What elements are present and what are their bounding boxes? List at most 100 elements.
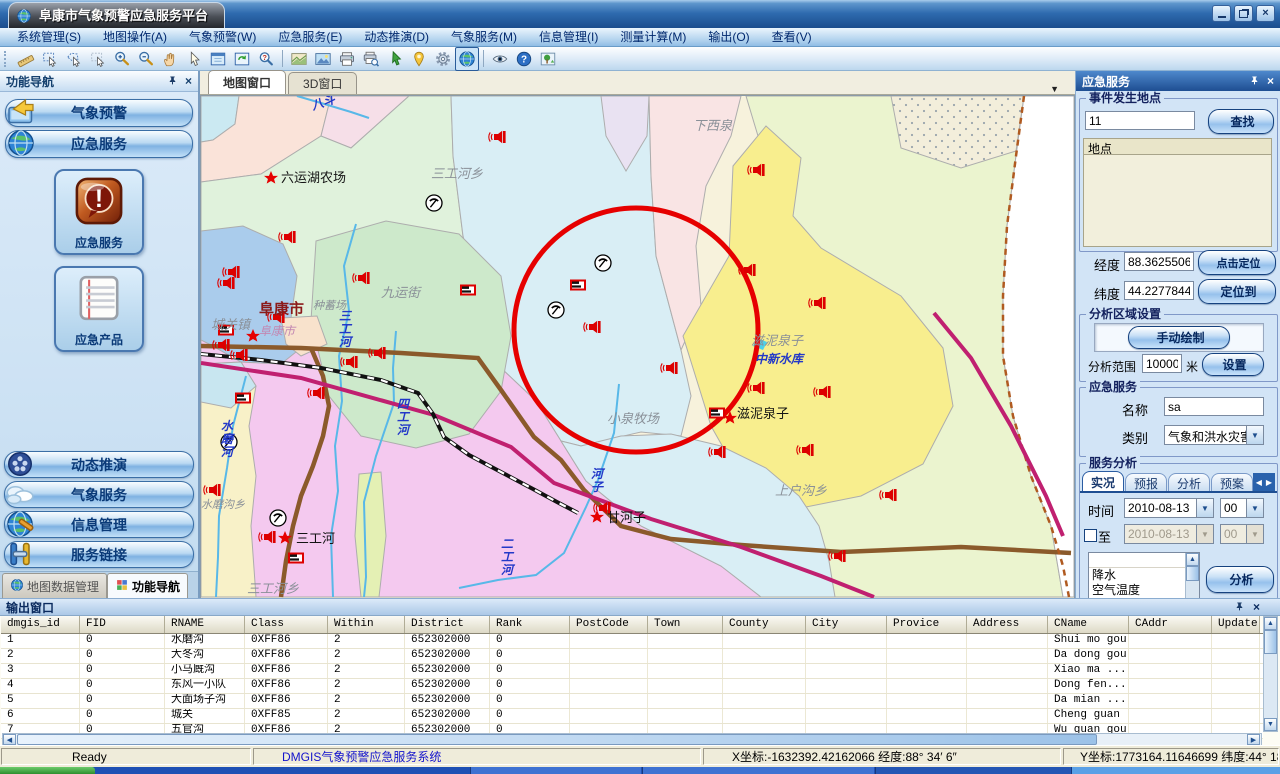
column-header-PostCode[interactable]: PostCode [570,616,648,633]
column-header-Within[interactable]: Within [328,616,405,633]
menu-item[interactable]: 气象预警(W) [178,28,267,46]
list-item[interactable]: 空气温度 [1089,583,1199,598]
menu-item[interactable]: 测量计算(M) [609,28,697,46]
globe-network-icon[interactable] [455,47,479,71]
taskbar-item[interactable] [875,767,1071,774]
locate-to-button[interactable]: 定位到 [1198,279,1276,304]
scroll-up-icon[interactable]: ▲ [1264,617,1277,630]
list-item[interactable]: 降水 [1089,568,1199,583]
pin-icon[interactable] [1234,602,1245,613]
column-header-Class[interactable]: Class [245,616,328,633]
table-row[interactable]: 50大面场子沟0XFF8626523020000Da mian ... [1,694,1263,709]
table-row[interactable]: 60城关0XFF8526523020000Cheng guan [1,709,1263,724]
table-row[interactable]: 40东风一小队0XFF8626523020000Dong fen... [1,679,1263,694]
taskbar-item[interactable] [642,767,874,774]
full-extent-icon[interactable] [206,47,230,71]
column-header-dmgis_id[interactable]: dmgis_id [1,616,80,633]
restore-button[interactable] [1234,5,1253,22]
range-input[interactable] [1142,354,1182,373]
menu-item[interactable]: 系统管理(S) [6,28,92,46]
map-tab-3D窗口[interactable]: 3D窗口 [288,72,357,94]
settings-icon[interactable] [431,47,455,71]
sidebar-group-动态推演[interactable]: 动态推演 [4,451,194,478]
select-clear-icon[interactable] [86,47,110,71]
menu-item[interactable]: 查看(V) [761,28,823,46]
column-header-County[interactable]: County [723,616,806,633]
sidebar-group-信息管理[interactable]: 信息管理 [4,511,194,538]
scroll-right-icon[interactable]: ▶ [1266,478,1272,487]
start-button[interactable] [0,767,95,774]
print-preview-icon[interactable] [359,47,383,71]
location-search-input[interactable] [1085,111,1195,130]
chevron-down-icon[interactable]: ▼ [1196,499,1213,517]
column-header-CName[interactable]: CName [1048,616,1129,633]
panel-tab-地图数据管理[interactable]: 地图数据管理 [2,573,107,598]
close-icon[interactable]: × [1267,74,1274,88]
scroll-up-icon[interactable]: ▲ [1186,553,1199,566]
latitude-input[interactable] [1124,281,1194,300]
column-header-Town[interactable]: Town [648,616,723,633]
menu-item[interactable]: 信息管理(I) [528,28,609,46]
os-taskbar[interactable] [0,767,1280,774]
output-vertical-scrollbar[interactable]: ▲ ▼ [1263,616,1278,732]
map-tab-地图窗口[interactable]: 地图窗口 [208,70,286,94]
edit-arrow-icon[interactable] [383,47,407,71]
export-map-icon[interactable] [287,47,311,71]
table-row[interactable]: 30小马厩沟0XFF8626523020000Xiao ma ... [1,664,1263,679]
click-locate-button[interactable]: 点击定位 [1198,250,1276,275]
date-select[interactable]: 2010-08-13 ▼ [1124,498,1214,518]
select-rect-icon[interactable] [38,47,62,71]
analysis-tab-预报[interactable]: 预报 [1125,473,1167,493]
column-header-Rank[interactable]: Rank [490,616,570,633]
toolbar-grip[interactable] [4,51,10,67]
scroll-left-icon[interactable]: ◀ [3,734,16,745]
map-window-dropdown-icon[interactable]: ▼ [1050,84,1059,94]
panel-tab-功能导航[interactable]: 功能导航 [107,573,188,598]
identify-icon[interactable]: ? [254,47,278,71]
scroll-left-icon[interactable]: ◀ [1256,478,1262,487]
print-icon[interactable] [335,47,359,71]
zoom-out-icon[interactable] [134,47,158,71]
select-arrow-icon[interactable] [182,47,206,71]
scroll-right-icon[interactable]: ▶ [1247,734,1260,745]
menu-item[interactable]: 应急服务(E) [267,28,353,46]
column-header-Update[interactable]: Update [1212,616,1260,633]
shortcut-应急产品[interactable]: 应急产品 [54,266,144,352]
hour-select[interactable]: 00 ▼ [1220,498,1264,518]
export-image-icon[interactable] [311,47,335,71]
scroll-down-icon[interactable]: ▼ [1264,718,1277,731]
analysis-tab-预案[interactable]: 预案 [1211,473,1253,493]
element-listbox[interactable]: 降水空气温度 ▲ [1088,552,1200,599]
date-to-select[interactable]: 2010-08-13 ▼ [1124,524,1214,544]
close-button[interactable]: × [1256,5,1275,22]
sidebar-group-服务链接[interactable]: 服务链接 [4,541,194,568]
location-list[interactable] [1083,155,1272,247]
zoom-in-icon[interactable] [110,47,134,71]
menu-item[interactable]: 输出(O) [697,28,760,46]
pin-icon[interactable] [167,76,178,87]
close-icon[interactable]: × [1253,600,1260,614]
chevron-down-icon[interactable]: ▼ [1246,499,1263,517]
refresh-icon[interactable] [230,47,254,71]
longitude-input[interactable] [1124,252,1194,271]
listbox-scrollbar[interactable]: ▲ [1185,553,1199,599]
analysis-tab-实况[interactable]: 实况 [1082,471,1124,493]
column-header-Provice[interactable]: Provice [887,616,967,633]
analyze-button[interactable]: 分析 [1206,566,1274,593]
measure-icon[interactable] [14,47,38,71]
sidebar-group-应急服务[interactable]: 应急服务 [5,130,193,158]
to-checkbox[interactable] [1084,529,1097,542]
help-icon[interactable]: ? [512,47,536,71]
menu-item[interactable]: 动态推演(D) [353,28,440,46]
set-range-button[interactable]: 设置 [1202,353,1264,376]
hour-to-select[interactable]: 00 ▼ [1220,524,1264,544]
pin-icon[interactable] [1249,76,1260,87]
minimize-button[interactable] [1212,5,1231,22]
table-row[interactable]: 10水磨沟0XFF8626523020000Shui mo gou [1,634,1263,649]
find-button[interactable]: 查找 [1208,109,1274,134]
column-header-CAddr[interactable]: CAddr [1129,616,1212,633]
column-header-Address[interactable]: Address [967,616,1048,633]
column-header-District[interactable]: District [405,616,490,633]
pan-icon[interactable] [158,47,182,71]
visibility-icon[interactable] [488,47,512,71]
